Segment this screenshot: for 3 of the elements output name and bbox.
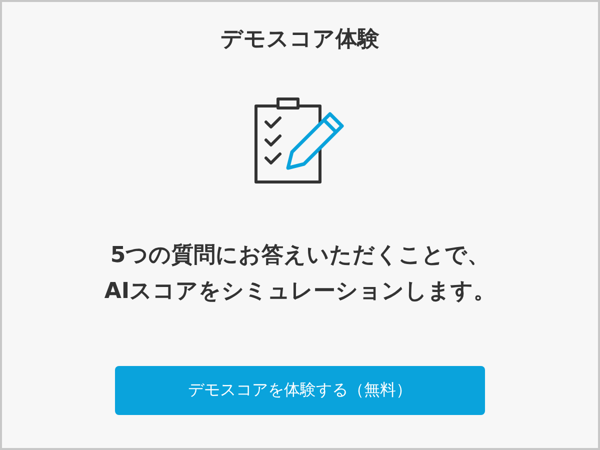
page-title: デモスコア体験 (220, 26, 380, 54)
try-demo-button[interactable]: デモスコアを体験する（無料） (115, 366, 485, 415)
description-text: 5つの質問にお答えいただくことで、 AIスコアをシミュレーションします。 (104, 242, 496, 306)
